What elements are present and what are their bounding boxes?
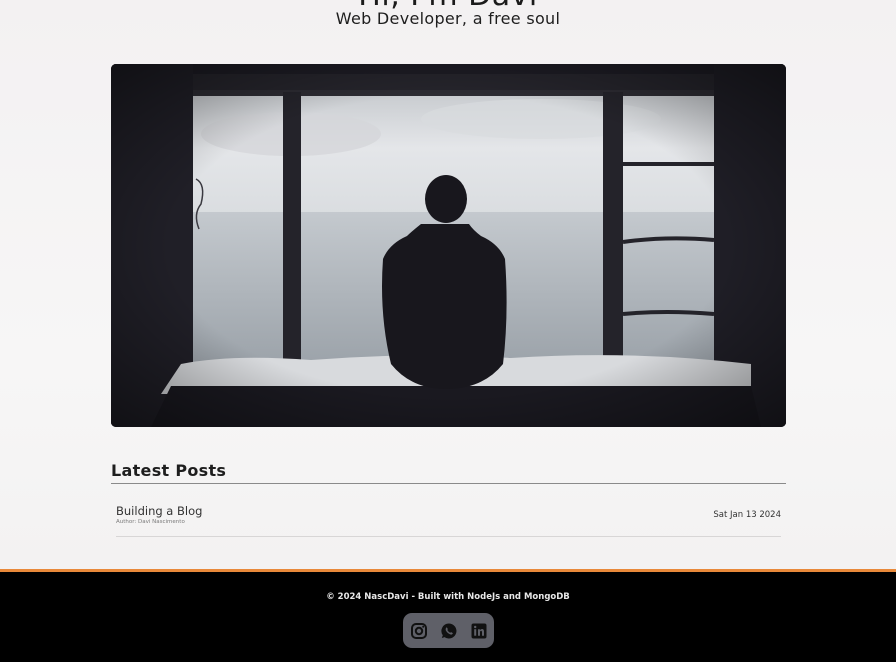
social-links [403, 613, 494, 648]
latest-posts-heading: Latest Posts [111, 461, 227, 480]
linkedin-icon[interactable] [470, 622, 488, 640]
post-title[interactable]: Building a Blog [116, 504, 202, 518]
footer: © 2024 NascDavi - Built with NodeJs and … [0, 569, 896, 662]
post-author: Author: Davi Nascimento [116, 519, 185, 525]
hero-subtitle: Web Developer, a free soul [335, 9, 561, 28]
divider [111, 483, 786, 484]
hero-image [111, 64, 786, 427]
whatsapp-icon[interactable] [440, 622, 458, 640]
page: Hi, I'm Davi Web Developer, a free soul [0, 0, 896, 662]
instagram-icon[interactable] [410, 622, 428, 640]
post-date: Sat Jan 13 2024 [713, 510, 781, 520]
post-list-item[interactable]: Building a Blog Author: Davi Nascimento … [116, 496, 781, 537]
footer-copyright: © 2024 NascDavi - Built with NodeJs and … [326, 592, 570, 602]
